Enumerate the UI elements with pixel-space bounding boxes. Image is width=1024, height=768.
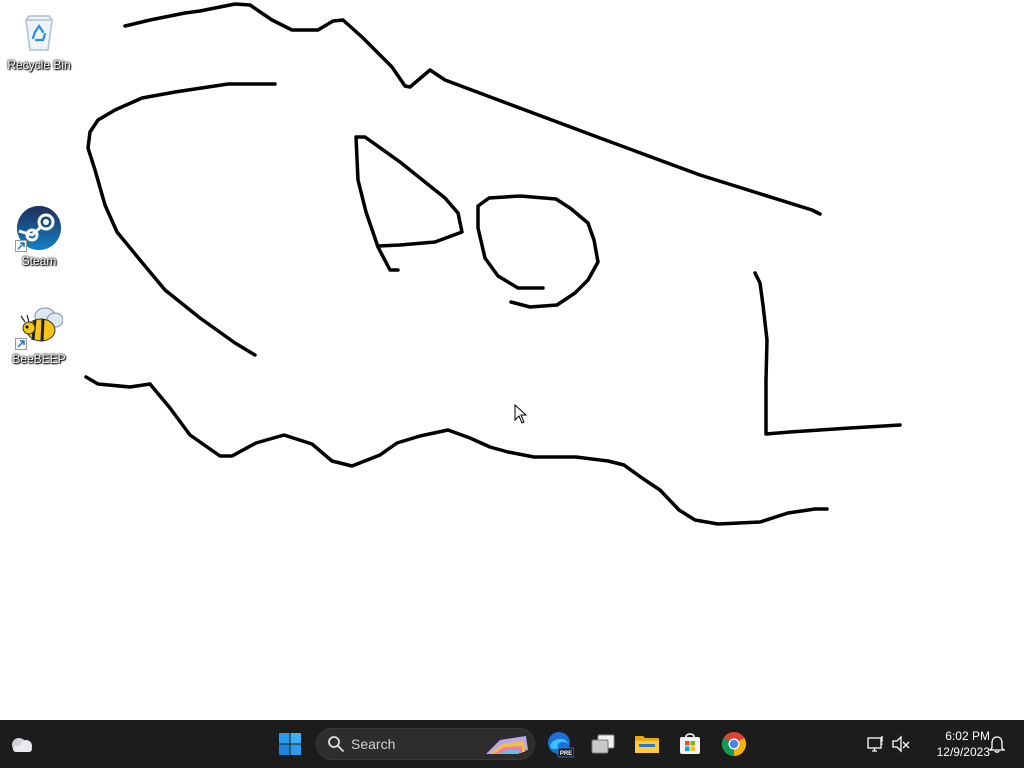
weather-icon — [12, 738, 32, 752]
volume-muted-icon — [892, 735, 910, 753]
stroke-round-eye — [476, 194, 600, 309]
taskbar-chrome[interactable] — [716, 726, 752, 762]
store-icon — [680, 733, 700, 754]
clock-date: 12/9/2023 — [936, 745, 990, 759]
shortcut-arrow-icon — [15, 338, 27, 350]
edge-pre-icon: PRE — [548, 732, 574, 758]
chrome-icon — [721, 732, 747, 756]
desktop-icon-label: Recycle Bin — [7, 58, 71, 72]
task-view-icon — [591, 734, 615, 754]
taskbar-task-view[interactable] — [585, 726, 621, 762]
stroke-top-outline — [123, 2, 822, 216]
taskbar-edge-preview[interactable]: PRE — [542, 726, 578, 762]
stroke-right-corner — [753, 271, 902, 436]
taskbar: Search PRE 6:02 PM 12/9/2023 — [0, 720, 1024, 768]
windows-start-icon — [279, 733, 301, 755]
desktop[interactable]: Recycle Bin Steam BeeBEEP — [0, 0, 1024, 720]
tray-volume-button[interactable] — [885, 726, 917, 762]
edge-pre-badge: PRE — [560, 751, 572, 757]
taskbar-search-box[interactable]: Search — [316, 728, 535, 760]
mouse-pointer-icon — [514, 404, 528, 424]
shortcut-arrow-icon — [15, 240, 27, 252]
desktop-icon-label: Steam — [21, 254, 57, 268]
start-button[interactable] — [272, 726, 308, 762]
taskbar-microsoft-store[interactable] — [672, 726, 708, 762]
notifications-button[interactable] — [982, 726, 1012, 762]
stroke-bottom-outline — [84, 375, 829, 526]
clock-time: 6:02 PM — [945, 729, 990, 743]
search-label: Search — [351, 736, 396, 752]
beebeep-icon — [15, 302, 64, 350]
desktop-icon-steam[interactable]: Steam — [1, 204, 77, 268]
network-disconnected-icon — [867, 736, 883, 752]
widgets-button[interactable] — [4, 726, 40, 762]
taskbar-file-explorer[interactable] — [629, 726, 665, 762]
folder-icon — [635, 736, 659, 753]
search-icon — [328, 736, 344, 752]
stroke-left-arc — [86, 82, 277, 357]
desktop-icon-beebeep[interactable]: BeeBEEP — [1, 302, 77, 366]
freehand-drawing — [84, 2, 902, 526]
bell-icon — [989, 736, 1005, 753]
steam-icon — [15, 204, 63, 252]
desktop-icon-recycle-bin[interactable]: Recycle Bin — [1, 8, 77, 72]
recycle-bin-icon — [15, 8, 63, 56]
search-highlight-icon — [486, 736, 528, 754]
taskbar-clock[interactable]: 6:02 PM 12/9/2023 — [916, 728, 990, 760]
desktop-icon-label: BeeBEEP — [12, 352, 66, 366]
stroke-triangle-eye — [354, 135, 464, 272]
